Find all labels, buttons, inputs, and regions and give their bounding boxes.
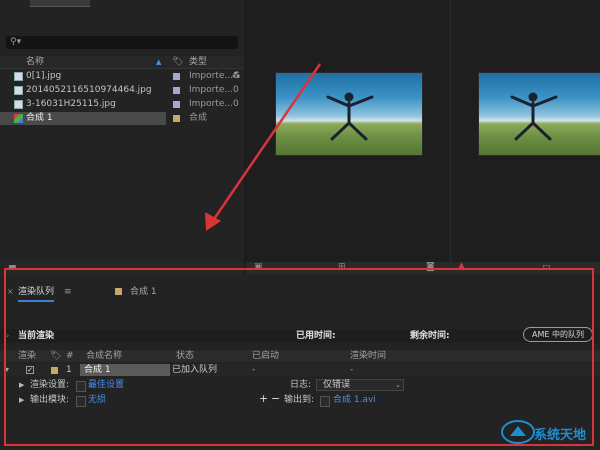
warning-icon: ▲ bbox=[458, 261, 465, 271]
render-queue-column-header: 渲染 🏷 # 合成名称 状态 已启动 渲染时间 bbox=[0, 350, 600, 362]
render-settings-dropdown-icon[interactable] bbox=[76, 381, 86, 392]
log-label: 日志: bbox=[290, 380, 312, 390]
image-file-icon bbox=[14, 86, 23, 95]
tab-composition[interactable]: 合成 1 bbox=[115, 284, 157, 300]
composition-label-swatch bbox=[115, 288, 122, 295]
camera-icon[interactable]: ◙ bbox=[426, 262, 435, 272]
project-item[interactable]: 3-16031H25115.jpg Importe...0 bbox=[0, 98, 244, 111]
render-status-bar: › 当前渲染 已用时间: 剩余时间: bbox=[0, 329, 600, 343]
viewer-divider bbox=[450, 0, 451, 262]
output-module-dropdown-icon[interactable] bbox=[76, 396, 86, 407]
label-color-swatch[interactable] bbox=[173, 87, 180, 94]
watermark-text: 系统天地 bbox=[534, 428, 587, 443]
project-column-header: 名称 ▲ 🏷 类型 bbox=[0, 56, 244, 69]
queue-in-ame-button[interactable]: AME 中的队列 bbox=[523, 327, 593, 342]
label-color-swatch[interactable] bbox=[173, 115, 180, 122]
view-layout-icon[interactable]: ▭ bbox=[542, 262, 551, 272]
image-file-icon bbox=[14, 72, 23, 81]
comp-name-column-header[interactable]: 合成名称 bbox=[86, 350, 122, 362]
render-column-header[interactable]: 渲染 bbox=[18, 350, 36, 362]
render-settings-row: ▶ 渲染设置: 最佳设置 日志: 仅错误 ⌄ bbox=[0, 379, 600, 392]
tab-composition-label: 合成 1 bbox=[130, 287, 157, 297]
output-module-label: 输出模块: bbox=[30, 395, 70, 405]
label-color-swatch[interactable] bbox=[51, 367, 58, 374]
expand-chevron-icon[interactable]: ▾ bbox=[5, 364, 9, 376]
render-queue-tab-row: × 渲染队列 ≡ 合成 1 bbox=[0, 284, 600, 302]
chevron-down-icon: ⌄ bbox=[395, 381, 401, 389]
label-color-swatch[interactable] bbox=[173, 101, 180, 108]
viewer-toolbar: ▣ ⊞ ◙ ▲ ▭ bbox=[246, 261, 600, 274]
name-column-header[interactable]: 名称 bbox=[26, 56, 44, 68]
project-thumbnail bbox=[30, 0, 90, 7]
project-item-selected-meta[interactable]: 合成 bbox=[166, 112, 244, 125]
render-item-number: 1 bbox=[66, 365, 72, 375]
project-item-name: 3-16031H25115.jpg bbox=[26, 99, 116, 109]
composition-icon bbox=[14, 114, 23, 123]
label-column-icon[interactable]: 🏷 bbox=[172, 56, 183, 68]
project-item[interactable]: 0[1].jpg Importe...G bbox=[0, 70, 244, 83]
expand-chevron-icon[interactable]: › bbox=[6, 329, 9, 343]
log-select-value: 仅错误 bbox=[323, 380, 351, 390]
flowchart-icon[interactable]: ⁂ bbox=[232, 71, 240, 80]
render-item-render-time: - bbox=[350, 365, 354, 375]
output-to-dropdown-icon[interactable] bbox=[320, 396, 330, 407]
render-item-started: - bbox=[252, 365, 256, 375]
output-module-value[interactable]: 无损 bbox=[88, 394, 106, 406]
search-icon: ⚲▾ bbox=[10, 37, 22, 47]
render-settings-label: 渲染设置: bbox=[30, 380, 70, 390]
project-item-name: 合成 1 bbox=[26, 113, 53, 123]
output-to-label: 输出到: bbox=[284, 395, 315, 405]
type-column-header[interactable]: 类型 bbox=[189, 56, 207, 68]
composition-frame-right[interactable] bbox=[478, 72, 600, 156]
label-color-swatch[interactable] bbox=[173, 73, 180, 80]
grid-icon[interactable]: ⊞ bbox=[338, 262, 346, 272]
project-item-type: Importe...0 bbox=[189, 85, 239, 95]
number-column-header[interactable]: # bbox=[66, 350, 74, 362]
timeline-tab-bar: ▬ bbox=[0, 262, 244, 274]
remaining-time-label: 剩余时间: bbox=[410, 331, 450, 341]
project-item[interactable]: 2014052116510974464.jpg Importe...0 bbox=[0, 84, 244, 97]
image-file-icon bbox=[14, 100, 23, 109]
project-item-selected[interactable]: 合成 1 bbox=[0, 112, 166, 125]
jumping-person-figure bbox=[326, 92, 374, 141]
expand-chevron-icon[interactable]: ▶ bbox=[19, 379, 24, 391]
log-select[interactable]: 仅错误 ⌄ bbox=[316, 379, 404, 391]
render-item-comp-name: 合成 1 bbox=[84, 365, 111, 375]
project-item-name: 0[1].jpg bbox=[26, 71, 62, 81]
add-output-module-icon[interactable]: + bbox=[259, 393, 268, 405]
sort-ascending-icon[interactable]: ▲ bbox=[156, 56, 161, 68]
status-column-header[interactable]: 状态 bbox=[176, 350, 194, 362]
tab-render-queue[interactable]: 渲染队列 bbox=[18, 284, 55, 302]
magnification-icon[interactable]: ▣ bbox=[254, 262, 263, 272]
close-icon[interactable]: × bbox=[7, 284, 14, 300]
project-item-type: 合成 bbox=[189, 113, 208, 123]
started-column-header[interactable]: 已启动 bbox=[252, 350, 279, 362]
expand-chevron-icon[interactable]: ▶ bbox=[19, 394, 24, 406]
render-item-name-cell[interactable]: 合成 1 bbox=[80, 364, 170, 376]
output-module-row: ▶ 输出模块: 无损 + − 输出到: 合成 1.avi bbox=[0, 393, 600, 407]
render-checkbox[interactable]: ✓ bbox=[26, 366, 34, 374]
remove-output-module-icon[interactable]: − bbox=[271, 393, 280, 405]
current-render-label: 当前渲染 bbox=[18, 331, 55, 341]
project-item-name: 2014052116510974464.jpg bbox=[26, 85, 152, 95]
jumping-person-figure bbox=[510, 92, 558, 141]
trash-icon[interactable]: ▬ bbox=[8, 262, 17, 272]
composition-frame-left[interactable] bbox=[275, 72, 423, 156]
render-item-status: 已加入队列 bbox=[172, 365, 218, 375]
project-item-type: Importe...0 bbox=[189, 99, 239, 109]
render-settings-value[interactable]: 最佳设置 bbox=[88, 379, 124, 391]
output-to-value[interactable]: 合成 1.avi bbox=[333, 394, 376, 406]
elapsed-time-label: 已用时间: bbox=[296, 331, 336, 341]
label-column-icon[interactable]: 🏷 bbox=[50, 350, 61, 362]
render-time-column-header[interactable]: 渲染时间 bbox=[350, 350, 386, 362]
project-search-input[interactable]: ⚲▾ bbox=[6, 36, 238, 49]
panel-menu-icon[interactable]: ≡ bbox=[64, 284, 72, 300]
